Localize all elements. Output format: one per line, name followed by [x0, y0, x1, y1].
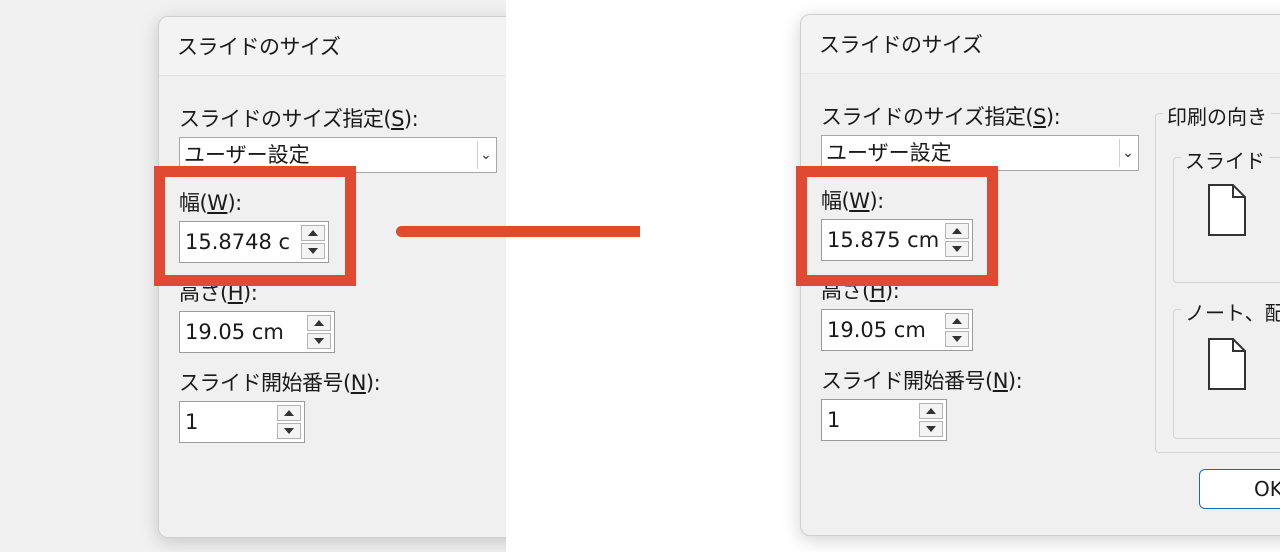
slides-group-label: スライド	[1181, 145, 1269, 174]
start-number-label: スライド開始番号(N):	[179, 371, 381, 395]
portrait-page-icon[interactable]	[1207, 337, 1247, 391]
start-increment-button[interactable]	[919, 403, 943, 419]
start-number-label: スライド開始番号(N):	[821, 369, 1023, 393]
height-increment-button[interactable]	[945, 313, 969, 329]
slide-size-label: スライドのサイズ指定(S):	[179, 107, 419, 131]
arrow-down-icon	[926, 426, 936, 432]
highlight-box	[154, 166, 356, 286]
arrow-up-icon	[952, 318, 962, 324]
start-decrement-button[interactable]	[277, 423, 301, 439]
arrow-down-icon	[284, 428, 294, 434]
arrow-down-icon	[952, 336, 962, 342]
slide-size-label: スライドのサイズ指定(S):	[821, 105, 1061, 129]
start-increment-button[interactable]	[277, 405, 301, 421]
dialog-title: スライドのサイズ	[819, 33, 983, 57]
height-spinner[interactable]: 19.05 cm	[179, 311, 335, 353]
portrait-page-icon[interactable]	[1207, 183, 1247, 237]
chevron-down-icon[interactable]: ⌄	[1119, 139, 1136, 167]
after-screenshot: スライドのサイズ スライドのサイズ指定(S): ユーザー設定 ⌄ 幅(W): 1…	[640, 0, 1280, 552]
height-increment-button[interactable]	[307, 315, 331, 331]
arrow-down-icon	[314, 338, 324, 344]
before-screenshot: スライドのサイズ スライドのサイズ指定(S): ユーザー設定 ⌄ 幅(W): 1…	[0, 0, 506, 552]
ok-button[interactable]: OK	[1199, 469, 1280, 509]
height-decrement-button[interactable]	[307, 333, 331, 349]
height-input[interactable]: 19.05 cm	[827, 310, 926, 350]
notes-group-label: ノート、配	[1181, 297, 1280, 326]
start-number-input[interactable]: 1	[185, 402, 198, 442]
orientation-label: 印刷の向き	[1163, 101, 1271, 130]
start-number-spinner[interactable]: 1	[179, 401, 305, 443]
highlight-box	[796, 166, 998, 286]
chevron-down-icon[interactable]: ⌄	[477, 141, 494, 169]
dialog-title: スライドのサイズ	[177, 35, 341, 59]
arrow-up-icon	[926, 408, 936, 414]
height-input[interactable]: 19.05 cm	[185, 312, 284, 352]
start-number-spinner[interactable]: 1	[821, 399, 947, 441]
height-decrement-button[interactable]	[945, 331, 969, 347]
arrow-up-icon	[284, 410, 294, 416]
start-decrement-button[interactable]	[919, 421, 943, 437]
height-spinner[interactable]: 19.05 cm	[821, 309, 973, 351]
start-number-input[interactable]: 1	[827, 400, 840, 440]
arrow-up-icon	[314, 320, 324, 326]
